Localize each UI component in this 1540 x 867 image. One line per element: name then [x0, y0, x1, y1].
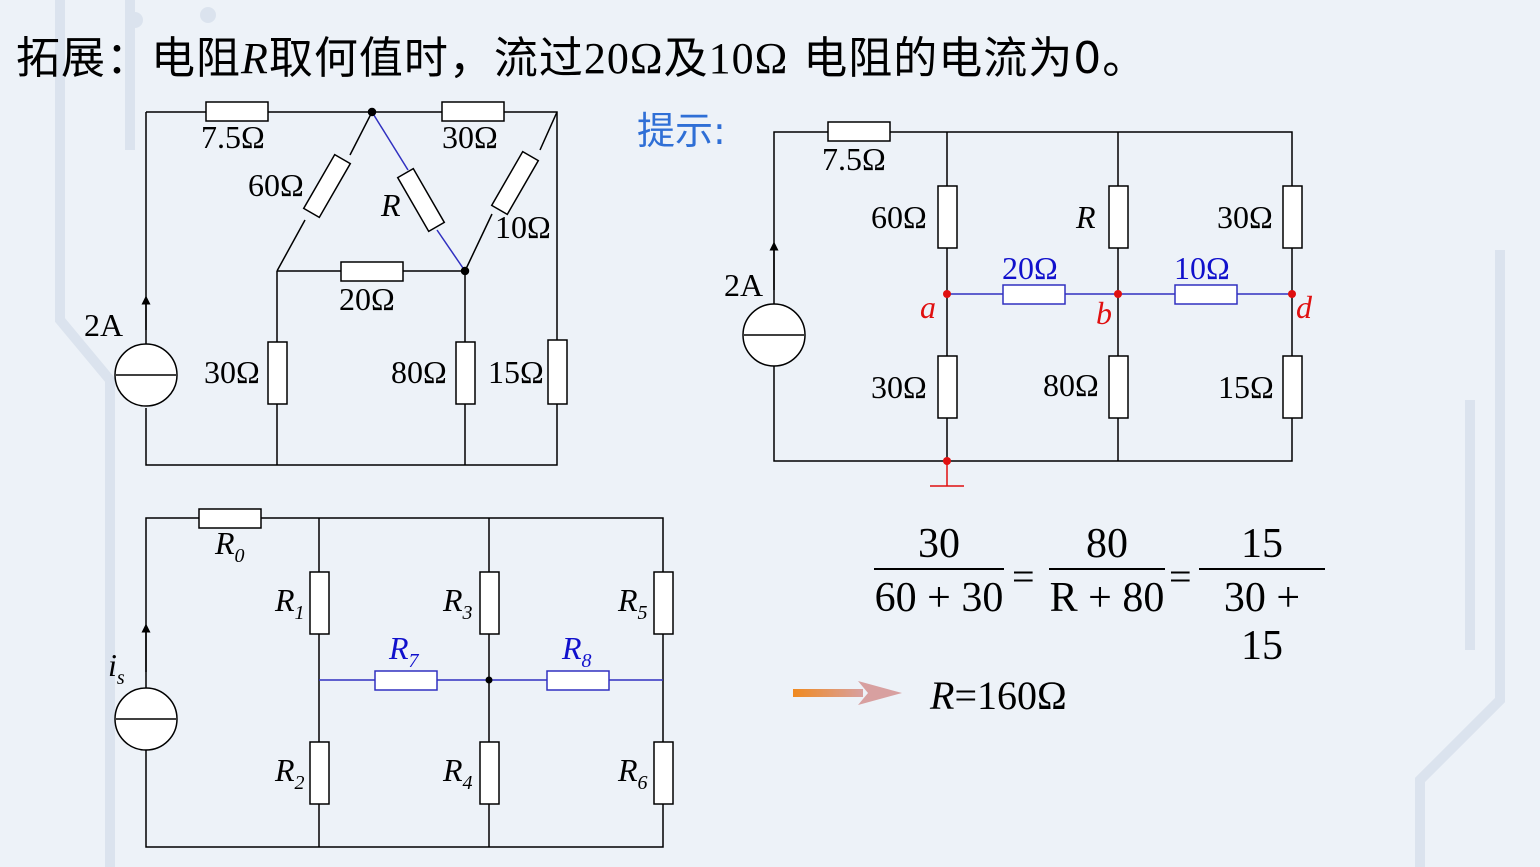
c2-label: 80Ω	[1043, 367, 1099, 403]
fraction-denominator: R + 80	[1049, 568, 1165, 622]
circuit-3-labels: is R0 R1 R3 R5 R7 R8 R2 R4 R6	[108, 525, 648, 794]
c2-source-label: 2A	[724, 267, 763, 303]
fraction-3: 15 30 + 15	[1199, 520, 1325, 670]
fraction-1: 30 60 + 30	[874, 520, 1004, 622]
c3-resistor-label: R8	[561, 630, 592, 672]
fraction-numerator: 15	[1241, 521, 1283, 567]
c1-label: 30Ω	[442, 119, 498, 155]
c1-label: 60Ω	[248, 167, 304, 203]
c3-resistor-label: R3	[442, 582, 473, 624]
c1-source-label: 2A	[84, 307, 123, 343]
fraction-numerator: 80	[1086, 521, 1128, 567]
result-var: R	[930, 673, 955, 718]
c3-resistor-label: R0	[214, 525, 245, 567]
circuit-2-labels: 2A 7.5Ω 60Ω R 30Ω 20Ω 10Ω 30Ω 80Ω 15Ω a …	[724, 141, 1313, 405]
node-label-b: b	[1096, 295, 1112, 331]
c3-resistor-label: R6	[617, 752, 648, 794]
c1-label: 15Ω	[488, 354, 544, 390]
c2-label: 15Ω	[1218, 369, 1274, 405]
c2-label: R	[1075, 199, 1096, 235]
node-label-d: d	[1296, 289, 1313, 325]
c3-resistor-label: R1	[274, 582, 305, 624]
c1-label: 20Ω	[339, 281, 395, 317]
c1-label: 80Ω	[391, 354, 447, 390]
c2-label: 10Ω	[1174, 250, 1230, 286]
c2-label: 20Ω	[1002, 250, 1058, 286]
result-arrow	[793, 681, 902, 705]
c1-label: R	[380, 187, 401, 223]
node-label-a: a	[920, 289, 936, 325]
fraction-denominator: 30 + 15	[1199, 568, 1325, 670]
c3-resistor-label: R4	[442, 752, 473, 794]
c1-label: 30Ω	[204, 354, 260, 390]
fraction-denominator: 60 + 30	[874, 568, 1004, 622]
equals-sign: =	[1169, 554, 1192, 599]
c2-label: 7.5Ω	[822, 141, 886, 177]
fraction-numerator: 30	[918, 521, 960, 567]
equals-sign: =	[1012, 554, 1035, 599]
c2-label: 60Ω	[871, 199, 927, 235]
c3-resistor-label: R2	[274, 752, 305, 794]
c3-source-label: is	[108, 647, 125, 689]
result-text: R=160Ω	[930, 672, 1067, 719]
circuit-3	[114, 508, 674, 848]
c3-resistor-label: R5	[617, 582, 648, 624]
c1-label: 10Ω	[495, 209, 551, 245]
c2-label: 30Ω	[871, 369, 927, 405]
c1-label: 7.5Ω	[201, 119, 265, 155]
c3-resistor-label: R7	[388, 630, 420, 672]
fraction-2: 80 R + 80	[1049, 520, 1165, 622]
result-value: =160Ω	[954, 673, 1067, 718]
c2-label: 30Ω	[1217, 199, 1273, 235]
circuit-diagrams: 2A 7.5Ω 30Ω 60Ω R 10Ω 20Ω 30Ω 80Ω 15Ω 2A…	[84, 101, 1313, 848]
